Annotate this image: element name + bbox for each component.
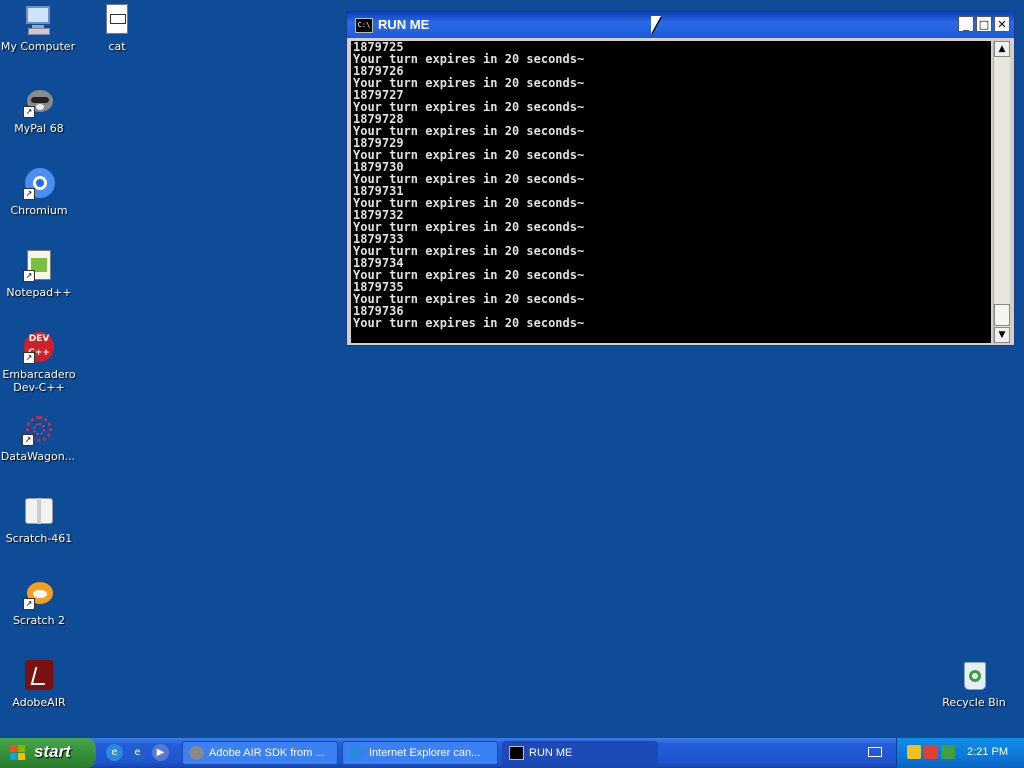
console-line: Your turn expires in 20 seconds~ xyxy=(353,172,585,186)
console-output[interactable]: 1879725 Your turn expires in 20 seconds~ 1… xyxy=(351,41,991,343)
media-player-icon[interactable]: ▶ xyxy=(152,744,169,761)
package-icon xyxy=(23,496,55,528)
desktop-icon-label: Scratch-461 xyxy=(5,532,73,545)
network-icon[interactable] xyxy=(924,745,938,759)
desktop-icon-chromium[interactable]: ↗ Chromium xyxy=(1,168,77,217)
taskbar: start e e ▶ Adobe AIR SDK from ... Inter… xyxy=(0,738,1024,768)
raccoon-icon xyxy=(189,746,204,760)
desktop-icon-adobeair[interactable]: AdobeAIR xyxy=(1,660,77,709)
system-tray: 2:21 PM xyxy=(896,738,1024,768)
desktop-icon-label: My Computer xyxy=(0,40,76,53)
devcpp-icon: DEV C++ ↗ xyxy=(23,332,55,364)
security-shield-icon[interactable] xyxy=(907,745,921,759)
minimize-button[interactable]: _ xyxy=(958,16,974,32)
window-title: RUN ME xyxy=(378,17,430,32)
desktop-icon-label: Embarcadero Dev-C++ xyxy=(2,368,76,394)
desktop-icon-label: DataWagon... xyxy=(0,450,76,463)
console-line: Your turn expires in 20 seconds~ xyxy=(353,124,585,138)
start-label: start xyxy=(34,742,71,761)
taskbar-item-adobe-air-sdk[interactable]: Adobe AIR SDK from ... xyxy=(182,741,338,765)
console-line: Your turn expires in 20 seconds~ xyxy=(353,52,585,66)
task-label: Adobe AIR SDK from ... xyxy=(209,747,325,759)
vertical-scrollbar[interactable]: ▲ ▼ xyxy=(993,41,1010,343)
shortcut-arrow-icon: ↗ xyxy=(23,598,35,610)
desktop-icon-label: AdobeAIR xyxy=(12,696,66,709)
ie-icon xyxy=(349,746,364,760)
desktop-icon-scratch2[interactable]: ↗ Scratch 2 xyxy=(1,578,77,627)
close-button[interactable]: ✕ xyxy=(994,16,1010,32)
scratch-cat-icon: ↗ xyxy=(23,578,55,610)
desktop-icon-my-computer[interactable]: My Computer xyxy=(0,4,76,53)
desktop-icon-recycle-bin[interactable]: Recycle Bin xyxy=(936,660,1012,709)
start-button[interactable]: start xyxy=(0,738,96,768)
console-icon xyxy=(509,746,524,760)
keyboard-icon[interactable] xyxy=(868,747,882,757)
scroll-up-arrow-icon[interactable]: ▲ xyxy=(994,41,1010,57)
mouse-cursor-icon xyxy=(651,16,661,34)
taskbar-item-run-me[interactable]: RUN ME xyxy=(502,741,658,765)
task-label: RUN ME xyxy=(529,747,573,759)
desktop-icon-notepadpp[interactable]: ↗ Notepad++ xyxy=(1,250,77,299)
shortcut-arrow-icon: ↗ xyxy=(22,434,34,446)
console-line: Your turn expires in 20 seconds~ xyxy=(353,220,585,234)
desktop-icon-label: Chromium xyxy=(10,204,68,217)
datawagon-icon: ↗ xyxy=(22,414,54,446)
desktop-icon-label: Recycle Bin xyxy=(942,696,1006,709)
desktop-icon-devcpp[interactable]: DEV C++ ↗ Embarcadero Dev-C++ xyxy=(1,332,77,394)
console-icon: C:\ xyxy=(355,18,373,33)
desktop-icon-scratch461[interactable]: Scratch-461 xyxy=(1,496,77,545)
windows-flag-icon xyxy=(10,745,26,761)
desktop-icon-label: Scratch 2 xyxy=(12,614,66,627)
adobe-air-icon xyxy=(23,660,55,692)
desktop-icon-mypal[interactable]: ↗ MyPal 68 xyxy=(1,86,77,135)
desktop-icon-label: Notepad++ xyxy=(6,286,72,299)
shortcut-arrow-icon: ↗ xyxy=(23,270,35,282)
sync-icon[interactable] xyxy=(941,745,955,759)
shortcut-arrow-icon: ↗ xyxy=(23,188,35,200)
console-line: Your turn expires in 20 seconds~ xyxy=(353,100,585,114)
console-line: Your turn expires in 20 seconds~ xyxy=(353,292,585,306)
shortcut-arrow-icon: ↗ xyxy=(23,352,35,364)
console-line: Your turn expires in 20 seconds~ xyxy=(353,76,585,90)
console-line: Your turn expires in 20 seconds~ xyxy=(353,268,585,282)
raccoon-icon: ↗ xyxy=(23,86,55,118)
console-line: Your turn expires in 20 seconds~ xyxy=(353,148,585,162)
file-icon xyxy=(101,4,133,36)
notepadpp-icon: ↗ xyxy=(23,250,55,282)
console-line: Your turn expires in 20 seconds~ xyxy=(353,316,585,330)
console-line: Your turn expires in 20 seconds~ xyxy=(353,244,585,258)
recycle-bin-icon xyxy=(958,660,990,692)
desktop-icon-label: cat xyxy=(108,40,126,53)
desktop-icon-datawagon[interactable]: ↗ DataWagon... xyxy=(0,414,76,463)
chromium-icon: ↗ xyxy=(23,168,55,200)
desktop-icon-cat[interactable]: cat xyxy=(79,4,155,53)
console-window[interactable]: C:\ RUN ME _ □ ✕ 1879725 Your turn expire… xyxy=(346,11,1015,346)
scroll-down-arrow-icon[interactable]: ▼ xyxy=(994,327,1010,343)
quick-launch: e e ▶ xyxy=(106,744,169,761)
shortcut-arrow-icon: ↗ xyxy=(23,106,35,118)
scroll-thumb[interactable] xyxy=(994,304,1010,326)
console-line: Your turn expires in 20 seconds~ xyxy=(353,196,585,210)
clock[interactable]: 2:21 PM xyxy=(967,746,1008,758)
task-label: Internet Explorer can... xyxy=(369,747,481,759)
window-titlebar[interactable]: C:\ RUN ME _ □ ✕ xyxy=(347,12,1014,38)
taskbar-item-internet-explorer[interactable]: Internet Explorer can... xyxy=(342,741,498,765)
ie-alt-icon[interactable]: e xyxy=(129,744,146,761)
maximize-button[interactable]: □ xyxy=(976,16,992,32)
desktop-icon-label: MyPal 68 xyxy=(14,122,64,135)
ie-icon[interactable]: e xyxy=(106,744,123,761)
computer-icon xyxy=(22,4,54,36)
